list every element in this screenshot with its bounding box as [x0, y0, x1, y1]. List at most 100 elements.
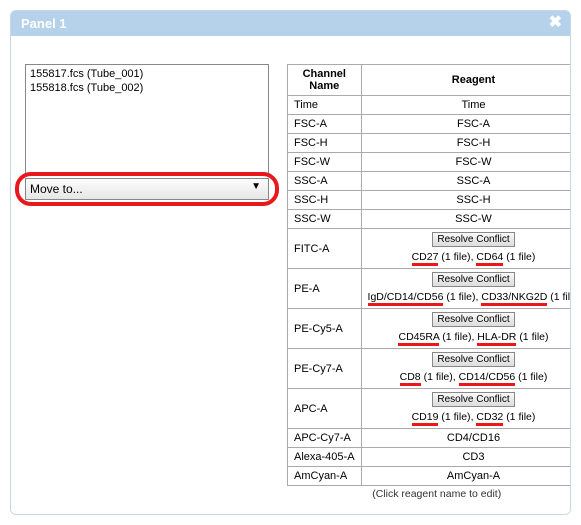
- channel-name-cell: SSC-A: [288, 172, 362, 191]
- reagent-cell: Time: [361, 96, 571, 115]
- table-row: Time Time: [288, 96, 572, 115]
- table-row: SSC-W SSC-W: [288, 210, 572, 229]
- conflict-segment: IgD/CD14/CD56 (1 file): [368, 289, 476, 305]
- conflict-segment: CD32 (1 file): [476, 409, 535, 425]
- table-row: AmCyan-A AmCyan-A: [288, 467, 572, 486]
- channel-name-cell: AmCyan-A: [288, 467, 362, 486]
- conflict-reagent-name[interactable]: IgD/CD14/CD56: [368, 291, 444, 306]
- reagent-cell: Resolve Conflict CD19 (1 file), CD32 (1 f…: [361, 389, 571, 429]
- table-row: PE-Cy5-A Resolve Conflict CD45RA (1 file),…: [288, 309, 572, 349]
- panel-body: 155817.fcs (Tube_001) 155818.fcs (Tube_0…: [11, 36, 570, 514]
- table-row: APC-AResolve ConflictCD19 (1 file), CD32…: [288, 389, 572, 429]
- table-row: FSC-H FSC-H: [288, 134, 572, 153]
- conflict-line: CD45RA (1 file), HLA-DR (1 file): [368, 329, 571, 345]
- channel-name-cell: PE-Cy7-A: [288, 349, 362, 389]
- resolve-conflict-button[interactable]: Resolve Conflict: [432, 272, 514, 287]
- conflict-line: CD8 (1 file), CD14/CD56 (1 file): [368, 369, 571, 385]
- file-list[interactable]: 155817.fcs (Tube_001) 155818.fcs (Tube_0…: [25, 64, 269, 174]
- reagent-name[interactable]: SSC-W: [455, 213, 492, 225]
- channel-name-cell: SSC-H: [288, 191, 362, 210]
- table-row: APC-Cy7-A CD4/CD16: [288, 429, 572, 448]
- channel-name-cell: Time: [288, 96, 362, 115]
- move-to-wrap: Move to... ▼: [25, 178, 269, 200]
- reagent-cell: FSC-A: [361, 115, 571, 134]
- channel-name-cell: FSC-H: [288, 134, 362, 153]
- left-column: 155817.fcs (Tube_001) 155818.fcs (Tube_0…: [25, 64, 269, 200]
- close-icon[interactable]: ✖: [549, 15, 562, 31]
- reagent-cell: SSC-W: [361, 210, 571, 229]
- channel-name-cell: Alexa-405-A: [288, 448, 362, 467]
- reagent-cell: SSC-H: [361, 191, 571, 210]
- right-column: Channel Name Reagent TimeTimeFSC-AFSC-AF…: [287, 64, 571, 500]
- conflict-reagent-name[interactable]: CD27: [412, 251, 439, 266]
- channel-name-cell: APC-Cy7-A: [288, 429, 362, 448]
- conflict-reagent-name[interactable]: CD45RA: [398, 331, 439, 346]
- edit-hint: (Click reagent name to edit): [287, 488, 571, 500]
- reagent-cell: Resolve Conflict CD8 (1 file), CD14/CD56 …: [361, 349, 571, 389]
- reagent-cell: AmCyan-A: [361, 467, 571, 486]
- channel-name-cell: PE-A: [288, 269, 362, 309]
- conflict-reagent-count: (1 file): [518, 371, 547, 383]
- table-row: SSC-H SSC-H: [288, 191, 572, 210]
- resolve-conflict-button[interactable]: Resolve Conflict: [432, 352, 514, 367]
- conflict-segment: CD19 (1 file): [412, 409, 471, 425]
- conflict-segment: HLA-DR (1 file): [477, 329, 548, 345]
- table-row: Alexa-405-A CD3: [288, 448, 572, 467]
- channel-name-cell: FITC-A: [288, 229, 362, 269]
- conflict-segment: CD14/CD56 (1 file): [459, 369, 548, 385]
- channel-name-cell: FSC-W: [288, 153, 362, 172]
- table-row: FSC-W FSC-W: [288, 153, 572, 172]
- conflict-reagent-name[interactable]: CD8: [400, 371, 421, 386]
- table-row: FSC-A FSC-A: [288, 115, 572, 134]
- list-item[interactable]: 155817.fcs (Tube_001): [30, 67, 264, 81]
- reagent-cell: FSC-H: [361, 134, 571, 153]
- reagent-name[interactable]: FSC-H: [457, 137, 491, 149]
- reagent-name[interactable]: FSC-W: [455, 156, 491, 168]
- table-row: FITC-A Resolve Conflict CD27 (1 file), CD6…: [288, 229, 572, 269]
- conflict-reagent-name[interactable]: CD64: [476, 251, 503, 266]
- col-header-reagent: Reagent: [361, 65, 571, 96]
- reagent-name[interactable]: SSC-A: [457, 175, 491, 187]
- reagent-cell: CD4/CD16: [361, 429, 571, 448]
- reagent-cell: Resolve Conflict CD45RA (1 file), HLA-DR …: [361, 309, 571, 349]
- conflict-line: IgD/CD14/CD56 (1 file), CD33/NKG2D (1 fi…: [368, 289, 571, 305]
- channel-name-cell: FSC-A: [288, 115, 362, 134]
- conflict-reagent-name[interactable]: CD33/NKG2D: [481, 291, 547, 306]
- reagent-name[interactable]: Time: [461, 99, 485, 111]
- channel-name-cell: SSC-W: [288, 210, 362, 229]
- conflict-line: CD19 (1 file), CD32 (1 file): [368, 409, 571, 425]
- reagent-cell: Resolve Conflict CD27 (1 file), CD64 (1 f…: [361, 229, 571, 269]
- conflict-reagent-name[interactable]: CD32: [476, 411, 503, 426]
- conflict-reagent-count: (1 file): [442, 331, 471, 343]
- conflict-reagent-name[interactable]: CD19: [412, 411, 439, 426]
- reagent-cell: Resolve Conflict IgD/CD14/CD56 (1 file), …: [361, 269, 571, 309]
- channel-name-cell: PE-Cy5-A: [288, 309, 362, 349]
- reagent-name[interactable]: AmCyan-A: [447, 470, 500, 482]
- reagent-cell: FSC-W: [361, 153, 571, 172]
- resolve-conflict-button[interactable]: Resolve Conflict: [432, 232, 514, 247]
- conflict-reagent-count: (1 file): [519, 331, 548, 343]
- conflict-segment: CD64 (1 file): [476, 249, 535, 265]
- panel-title: Panel 1: [21, 16, 67, 31]
- reagent-name[interactable]: CD4/CD16: [447, 432, 500, 444]
- conflict-reagent-count: (1 file): [441, 411, 470, 423]
- table-row: PE-Cy7-A Resolve Conflict CD8 (1 file), CD…: [288, 349, 572, 389]
- list-item[interactable]: 155818.fcs (Tube_002): [30, 81, 264, 95]
- conflict-reagent-name[interactable]: HLA-DR: [477, 331, 516, 346]
- reagent-name[interactable]: CD3: [462, 451, 484, 463]
- reagent-name[interactable]: FSC-A: [457, 118, 490, 130]
- move-to-select[interactable]: Move to...: [25, 178, 269, 200]
- conflict-reagent-count: (1 file): [424, 371, 453, 383]
- conflict-reagent-count: (1 file): [506, 251, 535, 263]
- conflict-reagent-count: (1 file): [446, 291, 475, 303]
- reagent-name[interactable]: SSC-H: [456, 194, 490, 206]
- col-header-channel: Channel Name: [288, 65, 362, 96]
- panel-header: Panel 1 ✖: [11, 11, 570, 36]
- conflict-reagent-count: (1 file): [441, 251, 470, 263]
- resolve-conflict-button[interactable]: Resolve Conflict: [432, 312, 514, 327]
- table-row: SSC-A SSC-A: [288, 172, 572, 191]
- conflict-reagent-name[interactable]: CD14/CD56: [459, 371, 516, 386]
- table-row: PE-A Resolve Conflict IgD/CD14/CD56 (1 fil…: [288, 269, 572, 309]
- conflict-line: CD27 (1 file), CD64 (1 file): [368, 249, 571, 265]
- resolve-conflict-button[interactable]: Resolve Conflict: [432, 392, 514, 407]
